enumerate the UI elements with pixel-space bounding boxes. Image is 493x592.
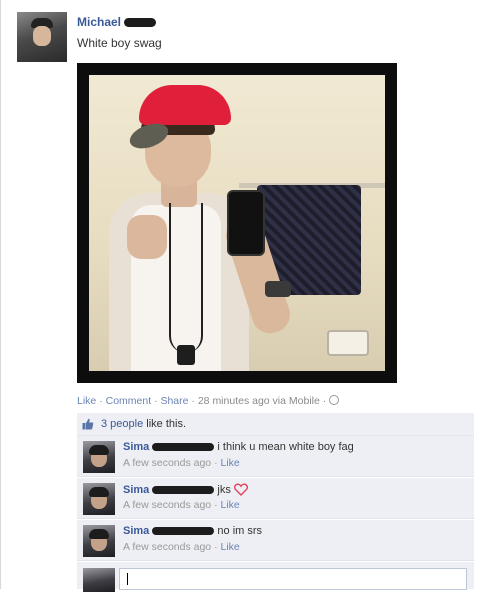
comment-timestamp[interactable]: A few seconds ago	[123, 541, 211, 553]
comment-item: Sima jks A few seconds ago · Like	[77, 478, 474, 519]
redacted-surname	[152, 443, 215, 452]
photo-chain	[169, 203, 203, 353]
comment-item: Sima no im srs A few seconds ago · Like	[77, 520, 474, 561]
likes-suffix: like this.	[146, 418, 187, 430]
commenter-avatar[interactable]	[83, 525, 115, 557]
photo-phone	[227, 190, 265, 256]
likes-summary: 3 people like this.	[77, 413, 474, 436]
comment-input[interactable]	[119, 568, 467, 590]
post-actions: Like · Comment · Share · 28 minutes ago …	[77, 395, 340, 407]
comment-timestamp[interactable]: A few seconds ago	[123, 457, 211, 469]
commenter-name[interactable]: Sima jks	[123, 483, 248, 496]
comment-link[interactable]: Comment	[106, 395, 152, 407]
comment-like-link[interactable]: Like	[221, 499, 240, 511]
thumbs-up-icon	[82, 418, 94, 430]
photo-cap	[139, 85, 231, 125]
left-border	[0, 0, 1, 589]
redacted-surname	[124, 18, 157, 28]
comment-item: Sima i think u mean white boy fag A few …	[77, 436, 474, 477]
redacted-surname	[152, 486, 215, 495]
photo-toilet-paper	[327, 330, 369, 356]
separator: ·	[214, 541, 218, 553]
current-user-avatar	[83, 568, 115, 592]
globe-icon[interactable]	[329, 395, 340, 405]
post-timestamp[interactable]: 28 minutes ago via Mobile	[198, 395, 320, 407]
separator: ·	[154, 395, 158, 407]
redacted-surname	[152, 527, 215, 536]
heart-icon	[233, 483, 248, 496]
comment-meta: A few seconds ago · Like	[123, 457, 240, 469]
commenter-name[interactable]: Sima i think u mean white boy fag	[123, 441, 354, 453]
author-avatar[interactable]	[17, 12, 67, 62]
like-link[interactable]: Like	[77, 395, 96, 407]
commenter-name[interactable]: Sima no im srs	[123, 525, 262, 537]
commenter-avatar[interactable]	[83, 441, 115, 473]
commenter-name-text[interactable]: Sima	[123, 484, 149, 496]
share-link[interactable]: Share	[160, 395, 188, 407]
likes-count-link[interactable]: 3 people	[101, 418, 143, 430]
write-comment-box	[77, 562, 474, 592]
separator: ·	[214, 457, 218, 469]
comment-timestamp[interactable]: A few seconds ago	[123, 499, 211, 511]
comment-text: no im srs	[217, 525, 263, 537]
status-text: White boy swag	[77, 36, 162, 50]
comment-like-link[interactable]: Like	[221, 457, 240, 469]
text-caret	[127, 573, 128, 585]
comment-meta: A few seconds ago · Like	[123, 499, 240, 511]
separator: ·	[99, 395, 103, 407]
commenter-avatar[interactable]	[83, 483, 115, 515]
photo-watch	[265, 281, 291, 297]
photo-pendant	[177, 345, 195, 365]
commenter-name-text[interactable]: Sima	[123, 441, 149, 453]
separator: ·	[214, 499, 218, 511]
commenter-name-text[interactable]: Sima	[123, 525, 149, 537]
author-name[interactable]: Michael	[77, 15, 157, 29]
separator: ·	[322, 395, 327, 407]
separator: ·	[191, 395, 195, 407]
photo-hand	[127, 215, 167, 259]
comment-meta: A few seconds ago · Like	[123, 541, 240, 553]
comment-text: i think u mean white boy fag	[217, 441, 354, 453]
likes-text: 3 people like this.	[101, 418, 186, 430]
author-name-text[interactable]: Michael	[77, 15, 121, 29]
comment-text: jks	[217, 484, 231, 496]
comment-like-link[interactable]: Like	[221, 541, 240, 553]
post-photo[interactable]	[77, 63, 397, 383]
photo-image	[89, 75, 385, 371]
